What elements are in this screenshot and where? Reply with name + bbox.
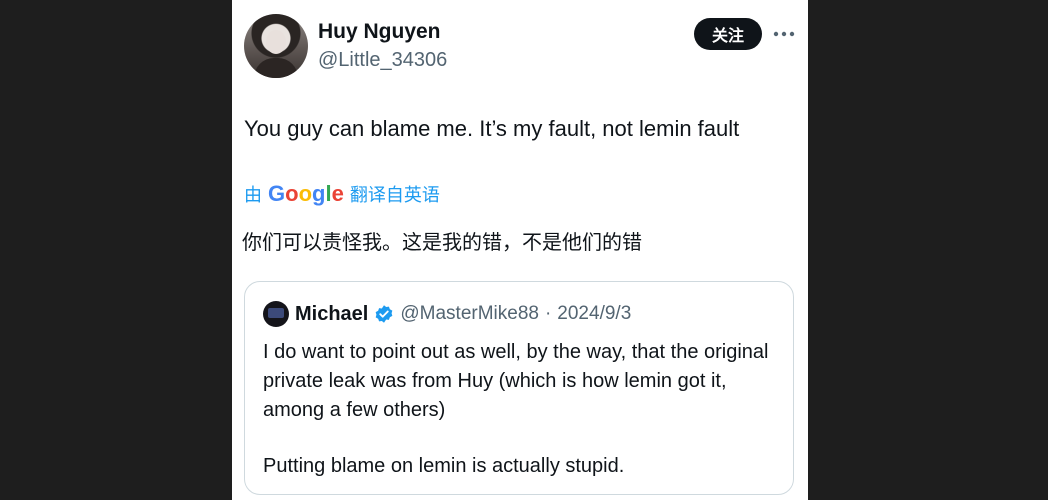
quoted-paragraph: I do want to point out as well, by the w…: [263, 341, 769, 421]
google-logo: Google: [268, 181, 344, 206]
tweet-text: You guy can blame me. It’s my fault, not…: [244, 116, 740, 141]
more-horizontal-icon[interactable]: [772, 22, 796, 46]
quoted-author-handle[interactable]: @MasterMike88: [400, 303, 539, 325]
quoted-paragraph: Putting blame on lemin is actually stupi…: [263, 455, 625, 477]
quoted-author-avatar[interactable]: [263, 301, 289, 327]
meta-separator: ·: [544, 303, 552, 324]
author-handle[interactable]: @Little_34306: [318, 49, 447, 72]
author-avatar[interactable]: [244, 14, 308, 78]
author-name[interactable]: Huy Nguyen: [318, 20, 441, 44]
avatar-face: [266, 30, 286, 54]
quoted-tweet[interactable]: Michael @MasterMike88 · 2024/9/3 I do wa…: [244, 281, 794, 495]
avatar-body: [254, 58, 298, 78]
avatar-image: [268, 308, 284, 318]
follow-button[interactable]: 关注: [694, 18, 762, 50]
quoted-author-name[interactable]: Michael: [295, 303, 368, 326]
tweet-card: Huy Nguyen @Little_34306 关注 You guy can …: [232, 0, 808, 500]
translate-suffix: 翻译自英语: [349, 185, 440, 205]
quoted-tweet-header: Michael @MasterMike88 · 2024/9/3: [295, 300, 631, 328]
translate-prefix: 由: [244, 185, 262, 205]
translated-text: 你们可以责怪我。这是我的错，不是他们的错: [242, 232, 642, 254]
quoted-tweet-date[interactable]: 2024/9/3: [557, 303, 631, 325]
verified-badge-icon: [376, 305, 393, 323]
translation-attribution[interactable]: 由 Google 翻译自英语: [244, 180, 440, 208]
quoted-tweet-text: I do want to point out as well, by the w…: [263, 338, 773, 481]
